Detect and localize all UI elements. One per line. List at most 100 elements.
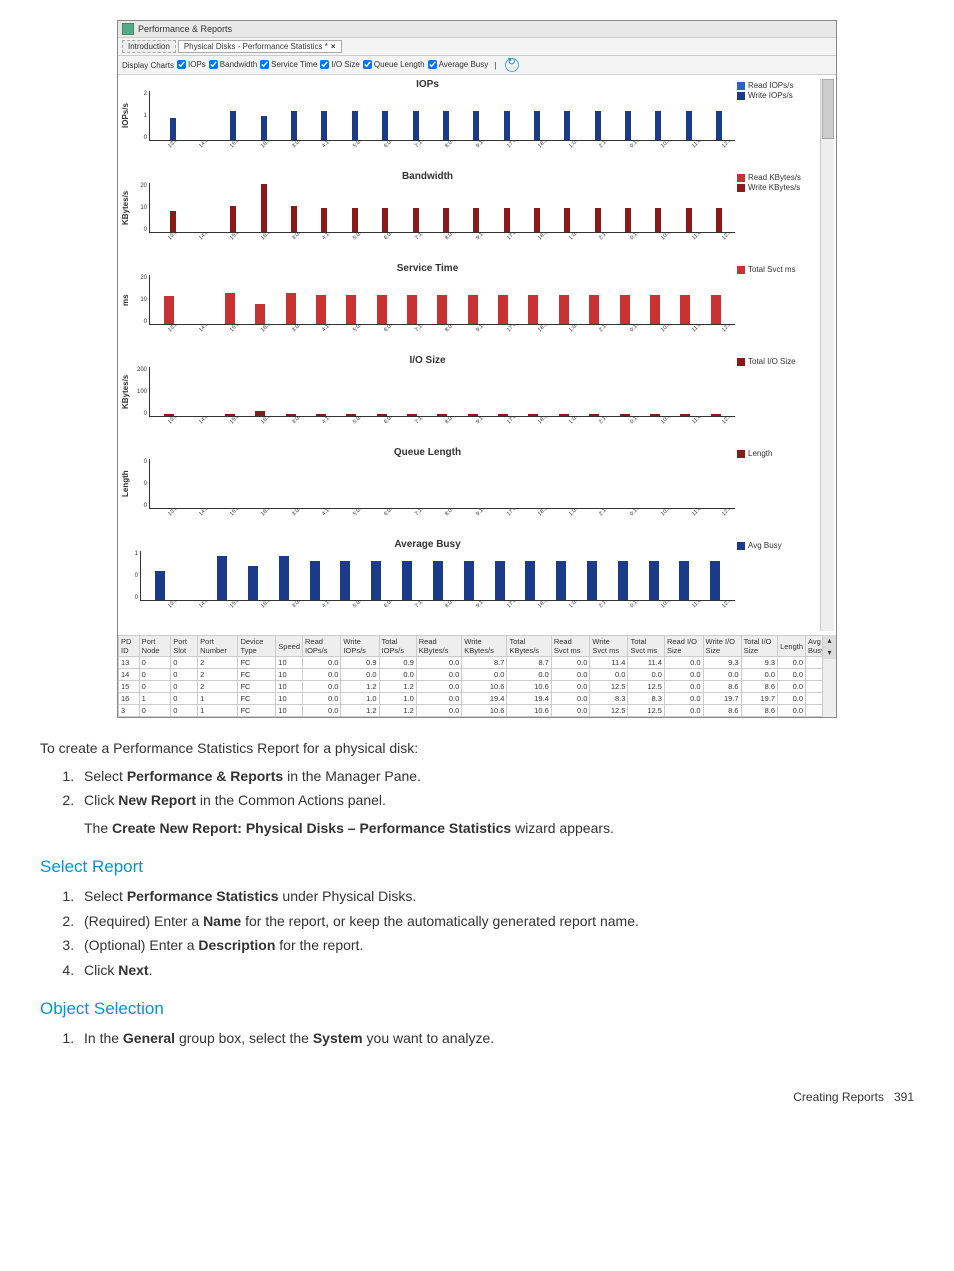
bar xyxy=(587,561,597,600)
bar xyxy=(310,561,320,600)
tab-physical-disks-perf[interactable]: Physical Disks - Performance Statistics … xyxy=(178,40,342,53)
chart-bandwidth: BandwidthKBytes/s2010013:0:0:2:...14:0:0… xyxy=(120,171,820,261)
bar xyxy=(468,414,478,416)
bar xyxy=(589,295,599,324)
col-header[interactable]: Write I/O Size xyxy=(703,636,741,657)
checkbox-iops[interactable]: IOPs xyxy=(177,60,206,69)
col-header[interactable]: Port Number xyxy=(198,636,238,657)
col-header[interactable]: Port Slot xyxy=(171,636,198,657)
bar xyxy=(217,556,227,600)
bar xyxy=(686,208,692,233)
bar xyxy=(170,211,176,232)
y-axis-label xyxy=(120,551,122,601)
bar xyxy=(464,561,474,600)
chart-legend: Avg Busy xyxy=(735,539,820,553)
chart-title: Bandwidth xyxy=(120,171,735,182)
bar xyxy=(433,561,443,600)
bar xyxy=(164,296,174,324)
bar xyxy=(437,295,447,324)
data-table: PD IDPort NodePort SlotPort NumberDevice… xyxy=(118,635,836,717)
chart-legend: Read KBytes/sWrite KBytes/s xyxy=(735,171,820,195)
bar xyxy=(528,414,538,416)
bar xyxy=(655,111,661,140)
heading-object-selection: Object Selection xyxy=(40,996,914,1022)
bar xyxy=(534,208,540,233)
bar xyxy=(618,561,628,600)
bar xyxy=(710,561,720,600)
refresh-icon[interactable] xyxy=(505,58,519,72)
col-header[interactable]: Read I/O Size xyxy=(664,636,703,657)
col-header[interactable]: Speed xyxy=(276,636,303,657)
col-header[interactable]: Write Svct ms xyxy=(590,636,628,657)
bar xyxy=(382,111,388,140)
col-header[interactable]: Total KBytes/s xyxy=(507,636,551,657)
col-header[interactable]: Read Svct ms xyxy=(551,636,590,657)
bar xyxy=(316,414,326,416)
bar xyxy=(468,295,478,324)
y-axis-label: KBytes/s xyxy=(120,183,131,233)
bar xyxy=(655,208,661,233)
bar xyxy=(620,414,630,416)
legend-item: Avg Busy xyxy=(737,541,818,550)
legend-item: Write KBytes/s xyxy=(737,183,818,192)
bar xyxy=(255,304,265,324)
bar xyxy=(291,206,297,232)
col-header[interactable]: Write IOPs/s xyxy=(341,636,379,657)
scroll-up-icon[interactable]: ▴ xyxy=(823,635,836,647)
bar xyxy=(589,414,599,416)
col-header[interactable]: Length xyxy=(778,636,806,657)
bar xyxy=(564,208,570,233)
bar xyxy=(504,111,510,140)
bar xyxy=(352,208,358,233)
table-scrollbar[interactable]: ▴ ▾ xyxy=(822,635,836,717)
table-row[interactable]: 14002FC100.00.00.00.00.00.00.00.00.00.00… xyxy=(119,669,836,681)
bar xyxy=(321,208,327,233)
y-axis-label: IOPs/s xyxy=(120,91,131,141)
bar xyxy=(473,111,479,140)
outer-scrollbar[interactable] xyxy=(820,79,834,631)
document-body: To create a Performance Statistics Repor… xyxy=(40,738,914,1050)
bar xyxy=(377,414,387,416)
data-table-wrap: PD IDPort NodePort SlotPort NumberDevice… xyxy=(118,635,836,717)
col-header[interactable]: Total I/O Size xyxy=(741,636,778,657)
y-axis-label: Length xyxy=(120,459,131,509)
display-charts-label: Display Charts xyxy=(122,61,174,70)
tab-introduction[interactable]: Introduction xyxy=(122,40,176,53)
bar xyxy=(230,206,236,232)
bar xyxy=(559,295,569,324)
checkbox-bandwidth[interactable]: Bandwidth xyxy=(209,60,257,69)
col-header[interactable]: Read KBytes/s xyxy=(416,636,462,657)
col-header[interactable]: Total IOPs/s xyxy=(379,636,416,657)
checkbox-service-time[interactable]: Service Time xyxy=(260,60,317,69)
scroll-down-icon[interactable]: ▾ xyxy=(823,647,836,659)
steps-select-report: Select Performance Statistics under Phys… xyxy=(78,886,914,982)
bar xyxy=(164,414,174,416)
checkbox-queue-length[interactable]: Queue Length xyxy=(363,60,425,69)
legend-item: Total Svct ms xyxy=(737,265,818,274)
bar xyxy=(230,111,236,140)
table-row[interactable]: 16101FC100.01.01.00.019.419.40.08.38.30.… xyxy=(119,693,836,705)
bar xyxy=(595,208,601,233)
bar xyxy=(225,414,235,416)
bar xyxy=(382,208,388,233)
legend-item: Write IOPs/s xyxy=(737,91,818,100)
table-row[interactable]: 15002FC100.01.21.20.010.610.60.012.512.5… xyxy=(119,681,836,693)
bar xyxy=(498,414,508,416)
legend-item: Total I/O Size xyxy=(737,357,818,366)
table-row[interactable]: 3001FC100.01.21.20.010.610.60.012.512.50… xyxy=(119,705,836,717)
performance-reports-window: Performance & Reports Introduction Physi… xyxy=(117,20,837,718)
checkbox-average-busy[interactable]: Average Busy xyxy=(428,60,489,69)
col-header[interactable]: Port Node xyxy=(139,636,171,657)
col-header[interactable]: Write KBytes/s xyxy=(462,636,507,657)
col-header[interactable]: PD ID xyxy=(119,636,140,657)
bar xyxy=(534,111,540,140)
chart-title: IOPs xyxy=(120,79,735,90)
col-header[interactable]: Read IOPs/s xyxy=(302,636,340,657)
close-icon[interactable]: × xyxy=(331,42,336,51)
table-row[interactable]: 13002FC100.00.90.90.08.78.70.011.411.40.… xyxy=(119,657,836,669)
bar xyxy=(711,295,721,324)
checkbox-i-o-size[interactable]: I/O Size xyxy=(320,60,359,69)
col-header[interactable]: Total Svct ms xyxy=(628,636,665,657)
chart-legend: Length xyxy=(735,447,820,461)
col-header[interactable]: Device Type xyxy=(238,636,276,657)
